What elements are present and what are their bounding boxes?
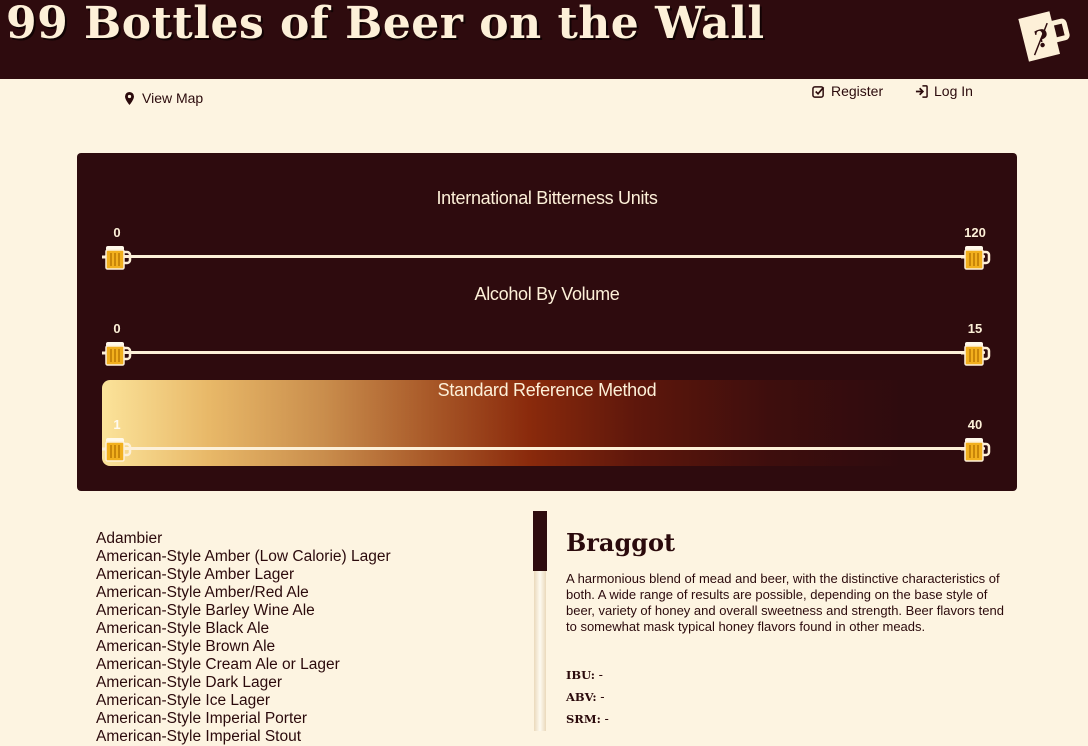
list-item[interactable]: American-Style Amber (Low Calorie) Lager [96, 548, 391, 566]
srm-stat: SRM: - [566, 708, 609, 730]
site-title[interactable]: 99 Bottles of Beer on the Wall [6, 0, 765, 49]
abv-stat-label: ABV: [566, 690, 597, 704]
ibu-stat-value: - [598, 667, 603, 682]
list-item[interactable]: American-Style Brown Ale [96, 638, 391, 656]
list-item[interactable]: American-Style Black Ale [96, 620, 391, 638]
list-item[interactable]: American-Style Ice Lager [96, 692, 391, 710]
abv-max-handle-beer-mug-icon[interactable] [961, 339, 991, 367]
style-stats: IBU: - ABV: - SRM: - [566, 664, 609, 730]
srm-slider-track[interactable] [105, 447, 985, 450]
abv-max-label: 15 [967, 321, 983, 336]
scrollbar-rail [534, 571, 546, 731]
srm-min-handle-beer-mug-icon[interactable] [102, 435, 132, 463]
style-detail-title: Braggot [566, 528, 676, 557]
beer-map-question-icon[interactable]: ? [1012, 2, 1078, 68]
style-detail-description: A harmonious blend of mead and beer, wit… [566, 571, 1004, 634]
ibu-max-label: 120 [964, 225, 986, 240]
srm-max-handle-beer-mug-icon[interactable] [961, 435, 991, 463]
srm-stat-value: - [604, 711, 609, 726]
login-label: Log In [934, 83, 973, 99]
register-link[interactable]: Register [812, 83, 883, 99]
abv-slider-title: Alcohol By Volume [474, 284, 620, 304]
abv-slider-track[interactable] [105, 351, 985, 354]
ibu-min-label: 0 [113, 225, 121, 240]
view-map-label: View Map [142, 90, 204, 106]
ibu-max-handle-beer-mug-icon[interactable] [961, 243, 991, 271]
ibu-min-handle-beer-mug-icon[interactable] [102, 243, 132, 271]
ibu-stat-label: IBU: [566, 668, 595, 682]
srm-stat-label: SRM: [566, 712, 601, 726]
check-square-icon [812, 85, 825, 98]
list-scrollbar[interactable] [533, 511, 547, 731]
list-item[interactable]: American-Style Barley Wine Ale [96, 602, 391, 620]
srm-min-label: 1 [113, 417, 121, 432]
list-item[interactable]: American-Style Amber/Red Ale [96, 584, 391, 602]
abv-min-label: 0 [113, 321, 121, 336]
map-marker-icon [125, 91, 134, 105]
login-link[interactable]: Log In [915, 83, 973, 99]
list-item[interactable]: American-Style Dark Lager [96, 674, 391, 692]
abv-stat: ABV: - [566, 686, 609, 708]
list-item[interactable]: American-Style Imperial Porter [96, 710, 391, 728]
beer-style-list: Adambier American-Style Amber (Low Calor… [96, 530, 391, 746]
view-map-link[interactable]: View Map [123, 90, 203, 106]
ibu-slider-track[interactable] [105, 255, 985, 258]
ibu-slider-title: International Bitterness Units [436, 188, 658, 208]
list-item[interactable]: American-Style Amber Lager [96, 566, 391, 584]
filter-panel: International Bitterness Units 0 120 Alc… [77, 153, 1017, 491]
list-item[interactable]: American-Style Cream Ale or Lager [96, 656, 391, 674]
style-detail-panel: Braggot A harmonious blend of mead and b… [566, 528, 1006, 635]
abv-stat-value: - [600, 689, 605, 704]
sign-in-icon [915, 84, 928, 98]
scrollbar-thumb[interactable] [533, 511, 547, 571]
register-label: Register [831, 83, 884, 99]
list-item[interactable]: Adambier [96, 530, 391, 548]
ibu-stat: IBU: - [566, 664, 609, 686]
srm-max-label: 40 [967, 417, 983, 432]
srm-slider-title: Standard Reference Method [437, 380, 657, 400]
site-header: 99 Bottles of Beer on the Wall ? [0, 0, 1088, 79]
abv-min-handle-beer-mug-icon[interactable] [102, 339, 132, 367]
